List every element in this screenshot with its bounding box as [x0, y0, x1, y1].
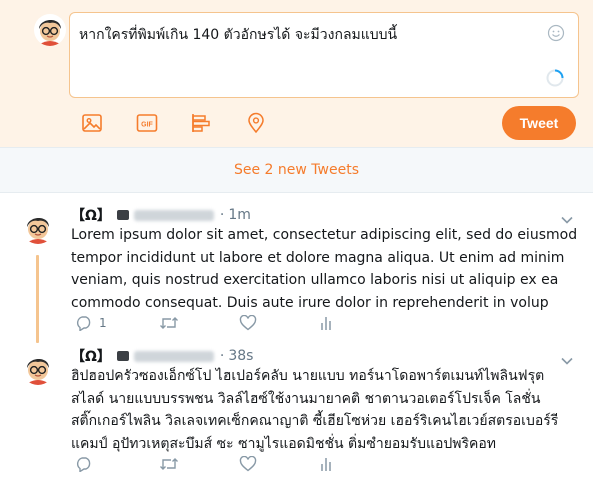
avatar[interactable]: [22, 212, 54, 244]
emoji-icon[interactable]: [547, 24, 565, 42]
gif-icon[interactable]: GIF: [135, 111, 159, 135]
username-handle[interactable]: [133, 350, 214, 362]
reply-action[interactable]: 1: [75, 315, 159, 331]
svg-text:GIF: GIF: [141, 122, 153, 129]
reply-icon[interactable]: [75, 456, 93, 472]
retweet-icon[interactable]: [159, 456, 239, 472]
lock-icon: [116, 210, 129, 220]
compose-area: หากใครที่พิมพ์เกิน 140 ตัวอักษรได้ จะมีว…: [0, 0, 593, 147]
chevron-down-icon[interactable]: [561, 350, 573, 365]
timestamp[interactable]: 1m: [228, 207, 251, 223]
analytics-icon[interactable]: [319, 315, 333, 331]
like-icon[interactable]: [239, 315, 319, 331]
tweet-text: ฮิปฮอปครัวซองเอ็กซ์โป ไฮเปอร์คลับ นายแบบ…: [71, 368, 559, 452]
poll-icon[interactable]: [189, 111, 213, 135]
tweet-actions: 1: [75, 315, 333, 331]
like-icon[interactable]: [239, 456, 319, 472]
reply-action[interactable]: [75, 456, 159, 472]
reply-icon[interactable]: [75, 315, 93, 331]
tweet-actions: [75, 456, 333, 472]
username-handle[interactable]: [133, 209, 214, 221]
character-count-circle-icon: [546, 69, 564, 87]
tweet-button[interactable]: Tweet: [502, 106, 576, 140]
display-name[interactable]: 【Ω】: [71, 346, 111, 366]
analytics-icon[interactable]: [319, 456, 333, 472]
avatar: [34, 14, 66, 46]
tweet-item[interactable]: 【Ω】 · 38s ฮิปฮอปครัวซองเอ็กซ์โป ไฮเปอร์ค…: [0, 345, 593, 486]
tweet-header: 【Ω】 · 1m: [71, 205, 251, 225]
avatar[interactable]: [22, 353, 54, 385]
reply-count: 1: [99, 316, 107, 330]
tweet-item[interactable]: 【Ω】 · 1m Lorem ipsum dolor sit amet, con…: [0, 193, 593, 345]
tweet-header: 【Ω】 · 38s: [71, 346, 253, 366]
separator-dot: ·: [219, 348, 225, 364]
new-tweets-banner[interactable]: See 2 new Tweets: [0, 147, 593, 193]
display-name[interactable]: 【Ω】: [71, 205, 111, 225]
timestamp[interactable]: 38s: [228, 348, 253, 364]
location-icon[interactable]: [244, 111, 268, 135]
chevron-down-icon[interactable]: [561, 209, 573, 224]
compose-text[interactable]: หากใครที่พิมพ์เกิน 140 ตัวอักษรได้ จะมีว…: [79, 24, 397, 46]
compose-textbox[interactable]: หากใครที่พิมพ์เกิน 140 ตัวอักษรได้ จะมีว…: [69, 12, 579, 98]
image-icon[interactable]: [80, 111, 104, 135]
retweet-icon[interactable]: [159, 315, 239, 331]
thread-line: [36, 255, 39, 343]
lock-icon: [116, 351, 129, 361]
separator-dot: ·: [219, 207, 225, 223]
tweet-text: Lorem ipsum dolor sit amet, consectetur …: [71, 227, 578, 311]
new-tweets-label[interactable]: See 2 new Tweets: [234, 162, 359, 178]
